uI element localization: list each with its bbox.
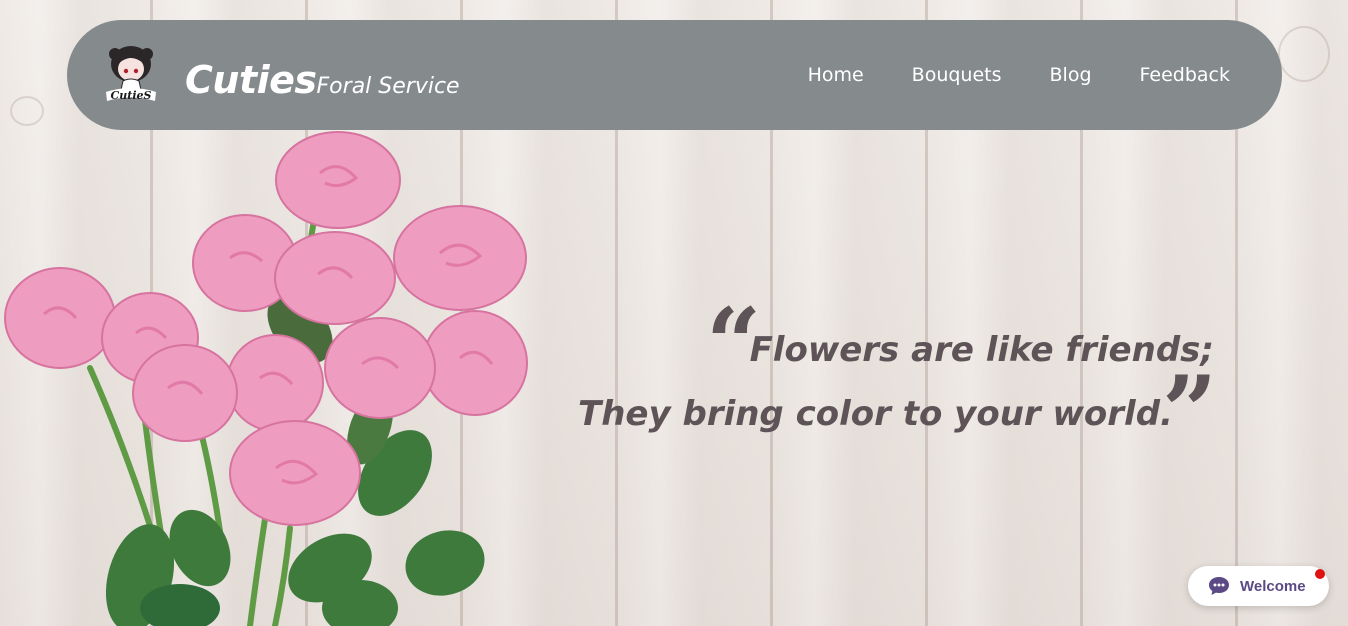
- quote-line-1: Flowers are like friends;: [749, 330, 1214, 370]
- nav-link-bouquets[interactable]: Bouquets: [912, 64, 1002, 86]
- brand-title[interactable]: CutiesForal Service: [185, 58, 460, 102]
- top-navbar: CutieS CutiesForal Service Home Bouquets…: [67, 20, 1282, 130]
- rose-bouquet-image: [0, 128, 540, 626]
- welcome-chat-button[interactable]: Welcome: [1188, 566, 1329, 606]
- chat-bubble-icon: [1208, 576, 1230, 596]
- nav-link-home[interactable]: Home: [808, 64, 864, 86]
- quote-line-2: They bring color to your world.: [578, 394, 1173, 434]
- brand-logo[interactable]: CutieS: [103, 44, 159, 104]
- nav-links: Home Bouquets Blog Feedback: [808, 20, 1230, 130]
- brand-tagline: Foral Service: [316, 74, 460, 99]
- logo-text: CutieS: [111, 89, 152, 102]
- brand-name: Cuties: [185, 58, 317, 102]
- nav-link-feedback[interactable]: Feedback: [1140, 64, 1230, 86]
- notification-dot: [1315, 569, 1325, 579]
- wood-knot: [10, 96, 44, 126]
- nav-link-blog[interactable]: Blog: [1050, 64, 1092, 86]
- close-quote-icon: ”: [1162, 355, 1218, 468]
- wood-knot: [1278, 26, 1330, 82]
- welcome-label: Welcome: [1240, 577, 1306, 595]
